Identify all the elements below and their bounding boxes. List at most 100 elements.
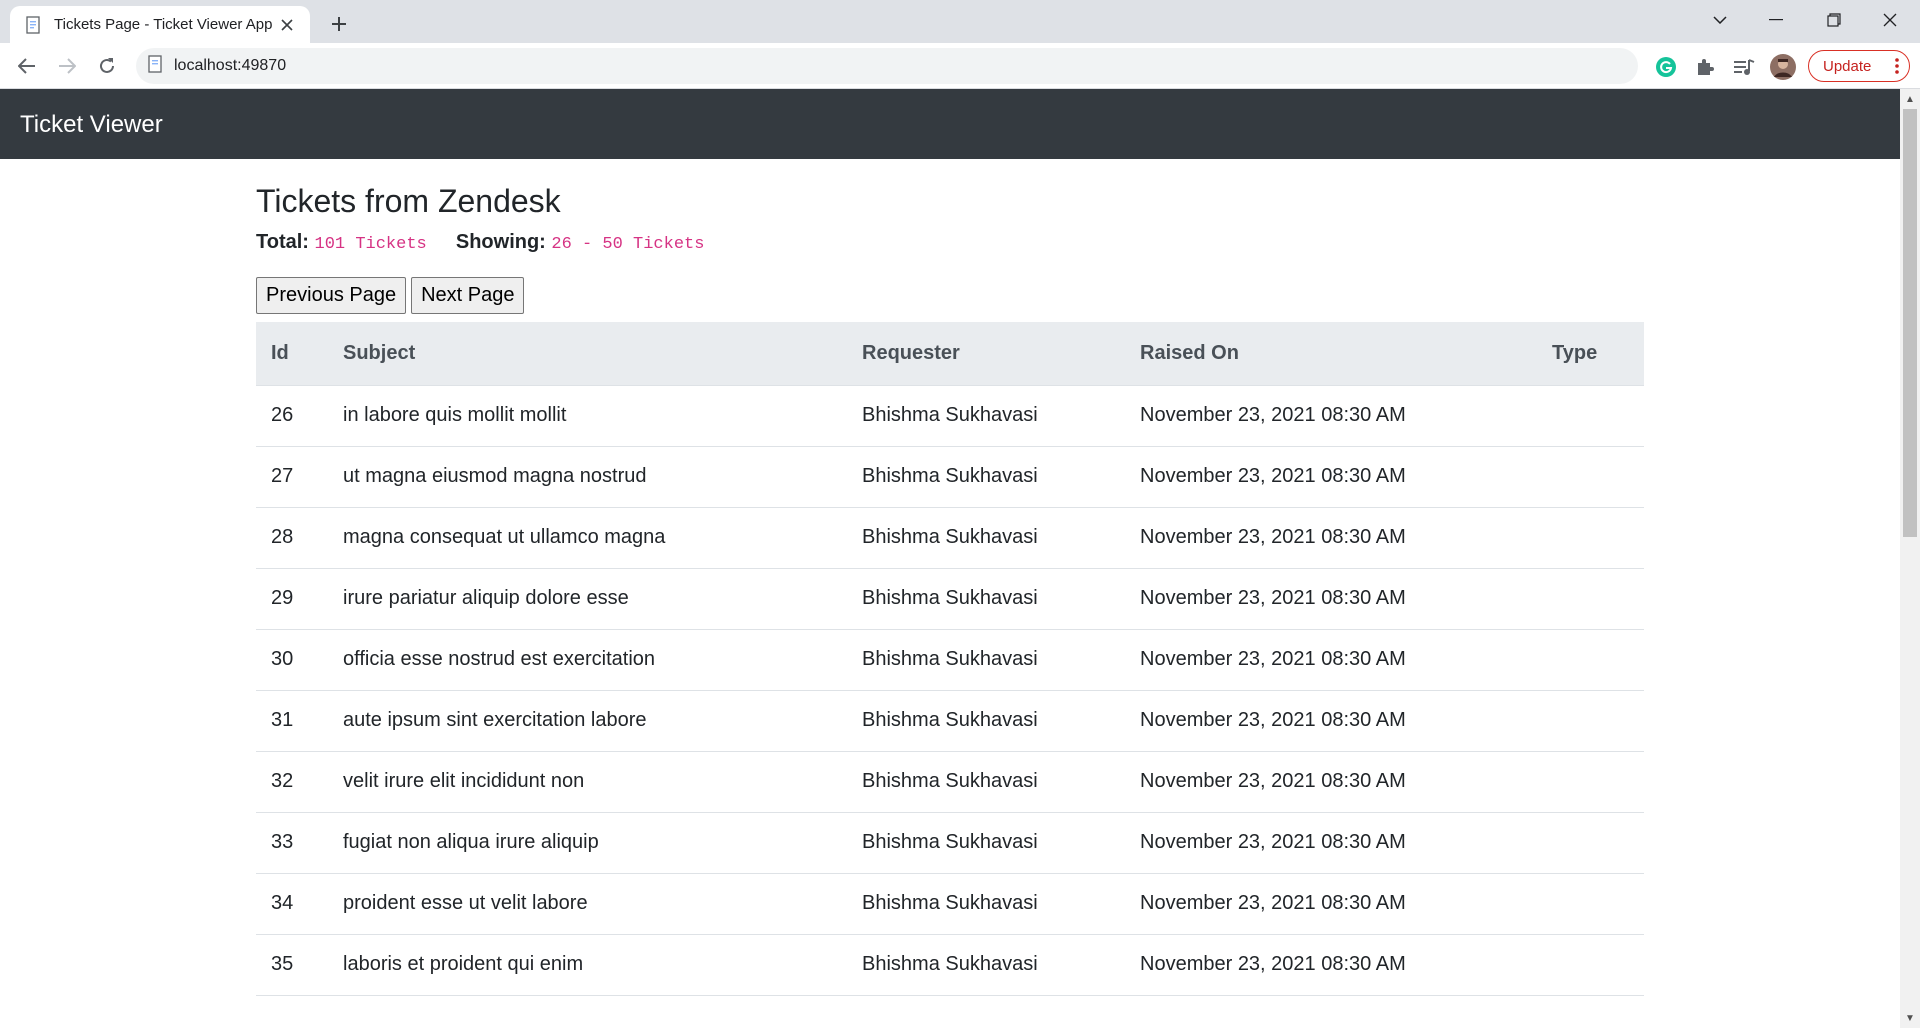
cell-raised-on: November 23, 2021 08:30 AM xyxy=(1125,812,1537,874)
cell-subject: in labore quis mollit mollit xyxy=(328,385,847,447)
new-tab-icon[interactable] xyxy=(325,10,353,38)
cell-subject: fugiat non aliqua irure aliquip xyxy=(328,812,847,874)
table-row: 26 in labore quis mollit mollit Bhishma Su… xyxy=(256,385,1644,447)
tickets-table: Id Subject Requester Raised On Type 26 in… xyxy=(256,322,1644,996)
table-row: 34 proident esse ut velit labore Bhishma S… xyxy=(256,873,1644,935)
cell-id: 35 xyxy=(256,934,328,996)
cell-id: 32 xyxy=(256,751,328,813)
cell-requester: Bhishma Sukhavasi xyxy=(847,568,1125,630)
cell-type xyxy=(1537,385,1644,447)
table-row: 27 ut magna eiusmod magna nostrud Bhishma … xyxy=(256,446,1644,508)
table-row: 28 magna consequat ut ullamco magna Bhishm… xyxy=(256,507,1644,569)
cell-subject: laboris et proident qui enim xyxy=(328,934,847,996)
table-row: 31 aute ipsum sint exercitation labore Bhi… xyxy=(256,690,1644,752)
table-row: 29 irure pariatur aliquip dolore esse Bhis… xyxy=(256,568,1644,630)
cell-raised-on: November 23, 2021 08:30 AM xyxy=(1125,690,1537,752)
app-navbar: Ticket Viewer xyxy=(0,89,1900,159)
cell-subject: aute ipsum sint exercitation labore xyxy=(328,690,847,752)
cell-raised-on: November 23, 2021 08:30 AM xyxy=(1125,385,1537,447)
total-label: Total: xyxy=(256,231,309,253)
cell-raised-on: November 23, 2021 08:30 AM xyxy=(1125,446,1537,508)
address-bar[interactable]: localhost:49870 xyxy=(136,48,1638,84)
browser-tab[interactable]: Tickets Page - Ticket Viewer App xyxy=(10,6,310,43)
cell-id: 27 xyxy=(256,446,328,508)
cell-requester: Bhishma Sukhavasi xyxy=(847,690,1125,752)
total-value: 101 Tickets xyxy=(314,235,427,254)
cell-id: 28 xyxy=(256,507,328,569)
cell-type xyxy=(1537,751,1644,813)
cell-type xyxy=(1537,873,1644,935)
browser-toolbar: localhost:49870 Update xyxy=(0,43,1920,89)
cell-type xyxy=(1537,629,1644,691)
cell-type xyxy=(1537,812,1644,874)
reload-icon[interactable] xyxy=(92,51,122,81)
cell-type xyxy=(1537,568,1644,630)
tab-title: Tickets Page - Ticket Viewer App xyxy=(54,16,273,33)
page-title: Tickets from Zendesk xyxy=(256,183,561,219)
cell-requester: Bhishma Sukhavasi xyxy=(847,507,1125,569)
media-control-icon[interactable] xyxy=(1728,51,1760,83)
previous-page-button[interactable]: Previous Page xyxy=(256,277,407,314)
table-row: 30 officia esse nostrud est exercitation B… xyxy=(256,629,1644,691)
browser-tabstrip: Tickets Page - Ticket Viewer App xyxy=(0,0,1920,43)
column-header-id: Id xyxy=(256,322,328,386)
minimize-icon[interactable] xyxy=(1748,0,1804,40)
close-window-icon[interactable] xyxy=(1862,0,1918,40)
scroll-thumb[interactable] xyxy=(1903,109,1917,537)
scroll-up-icon[interactable]: ▲ xyxy=(1900,91,1920,107)
cell-subject: irure pariatur aliquip dolore esse xyxy=(328,568,847,630)
app-brand[interactable]: Ticket Viewer xyxy=(20,111,163,139)
cell-requester: Bhishma Sukhavasi xyxy=(847,629,1125,691)
back-icon[interactable] xyxy=(12,51,42,81)
cell-type xyxy=(1537,507,1644,569)
more-menu-icon[interactable] xyxy=(1895,57,1899,79)
cell-id: 33 xyxy=(256,812,328,874)
cell-id: 34 xyxy=(256,873,328,935)
column-header-raised-on: Raised On xyxy=(1125,322,1537,386)
column-header-type: Type xyxy=(1537,322,1644,386)
cell-requester: Bhishma Sukhavasi xyxy=(847,385,1125,447)
column-header-subject: Subject xyxy=(328,322,847,386)
cell-type xyxy=(1537,446,1644,508)
cell-subject: magna consequat ut ullamco magna xyxy=(328,507,847,569)
cell-raised-on: November 23, 2021 08:30 AM xyxy=(1125,507,1537,569)
cell-type xyxy=(1537,934,1644,996)
table-row: 35 laboris et proident qui enim Bhishma Su… xyxy=(256,934,1644,996)
cell-raised-on: November 23, 2021 08:30 AM xyxy=(1125,873,1537,935)
extensions-icon[interactable] xyxy=(1689,51,1721,83)
column-header-requester: Requester xyxy=(847,322,1125,386)
close-tab-icon[interactable] xyxy=(276,14,298,36)
cell-subject: proident esse ut velit labore xyxy=(328,873,847,935)
cell-requester: Bhishma Sukhavasi xyxy=(847,934,1125,996)
cell-requester: Bhishma Sukhavasi xyxy=(847,446,1125,508)
cell-raised-on: November 23, 2021 08:30 AM xyxy=(1125,568,1537,630)
next-page-button[interactable]: Next Page xyxy=(411,277,525,314)
pagination: Previous Page Next Page xyxy=(256,277,525,314)
table-body: 26 in labore quis mollit mollit Bhishma Su… xyxy=(256,385,1644,996)
cell-raised-on: November 23, 2021 08:30 AM xyxy=(1125,934,1537,996)
tab-search-icon[interactable] xyxy=(1692,0,1748,40)
cell-subject: velit irure elit incididunt non xyxy=(328,751,847,813)
ticket-summary: Total: 101 Tickets Showing: 26 - 50 Tick… xyxy=(256,231,704,254)
avatar[interactable] xyxy=(1767,51,1799,83)
grammarly-icon[interactable] xyxy=(1650,51,1682,83)
cell-requester: Bhishma Sukhavasi xyxy=(847,873,1125,935)
table-header-row: Id Subject Requester Raised On Type xyxy=(256,322,1644,386)
update-label: Update xyxy=(1823,57,1872,75)
page-info-icon[interactable] xyxy=(148,54,164,78)
table-row: 33 fugiat non aliqua irure aliquip Bhishma… xyxy=(256,812,1644,874)
page-icon xyxy=(24,15,44,35)
restore-icon[interactable] xyxy=(1806,0,1862,40)
page-viewport: Ticket Viewer Tickets from Zendesk Total… xyxy=(0,89,1900,1028)
cell-id: 29 xyxy=(256,568,328,630)
cell-subject: officia esse nostrud est exercitation xyxy=(328,629,847,691)
cell-requester: Bhishma Sukhavasi xyxy=(847,751,1125,813)
forward-icon[interactable] xyxy=(52,51,82,81)
cell-id: 26 xyxy=(256,385,328,447)
page-scrollbar[interactable]: ▲ ▼ xyxy=(1900,89,1920,1028)
cell-subject: ut magna eiusmod magna nostrud xyxy=(328,446,847,508)
showing-label: Showing: xyxy=(455,231,546,253)
cell-requester: Bhishma Sukhavasi xyxy=(847,812,1125,874)
update-button[interactable]: Update xyxy=(1808,50,1910,82)
scroll-down-icon[interactable]: ▼ xyxy=(1900,1010,1920,1026)
